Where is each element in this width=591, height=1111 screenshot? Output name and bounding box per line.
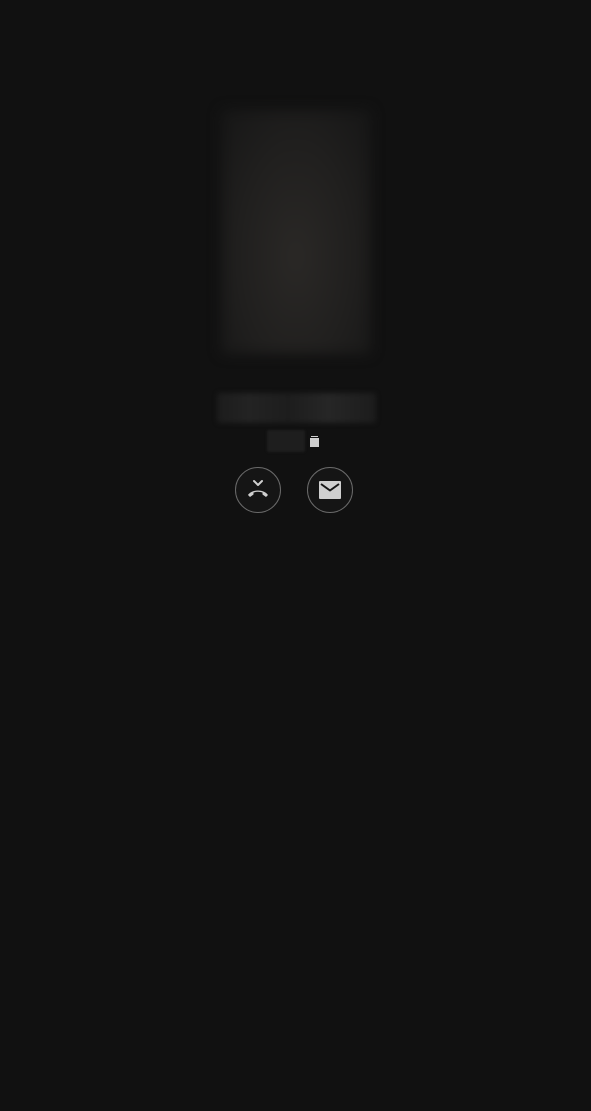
incoming-call-screen bbox=[0, 0, 591, 1111]
decline-call-icon bbox=[246, 479, 270, 501]
reject-call-button[interactable] bbox=[235, 467, 281, 513]
caller-name bbox=[217, 393, 376, 423]
envelope-icon bbox=[318, 480, 342, 500]
caller-number bbox=[267, 430, 305, 452]
sim-card-icon bbox=[309, 435, 320, 448]
caller-photo bbox=[221, 110, 371, 354]
reject-with-message-button[interactable] bbox=[307, 467, 353, 513]
